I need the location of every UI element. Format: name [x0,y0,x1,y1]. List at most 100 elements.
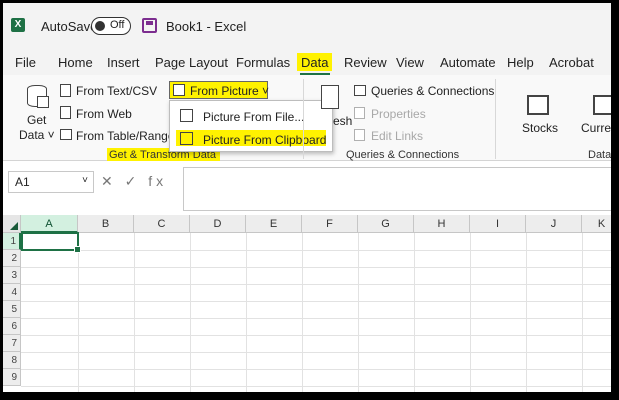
formula-bar: A1 ˅ ✕ ✓ fx [3,161,611,215]
document-title: Book1 - Excel [166,19,247,34]
tab-acrobat[interactable]: Acrobat [549,55,594,70]
toggle-knob [95,21,105,31]
tab-help[interactable]: Help [507,55,534,70]
get-data-button[interactable]: Data ˅ [19,128,55,142]
tab-data[interactable]: Data [301,55,328,70]
active-cell-a1[interactable] [21,232,81,253]
from-picture-menu: Picture From File... Picture From Clipbo… [169,100,333,152]
grid-line [78,233,79,392]
picture-from-file-item[interactable]: Picture From File... [170,105,332,127]
row-header[interactable]: 8 [3,352,21,369]
grid-line [302,233,303,392]
queries-icon [354,85,366,96]
column-header[interactable]: D [190,215,246,233]
text-file-icon [60,84,71,97]
column-header[interactable]: C [134,215,190,233]
grid-line [190,233,191,392]
get-data-label[interactable]: Get [27,113,46,127]
row-header[interactable]: 3 [3,267,21,284]
picture-table-icon [173,84,185,96]
column-header[interactable]: H [414,215,470,233]
grid-line [526,233,527,392]
picture-from-clipboard-label: Picture From Clipboard [203,133,327,147]
stocks-button[interactable]: Stocks [522,121,558,135]
grid-line [21,335,611,336]
worksheet-grid[interactable]: A B C D E F G H I J K 1 2 3 4 5 6 7 8 9 [3,215,611,392]
autosave-label: AutoSave [41,19,98,34]
column-header[interactable]: A [21,215,78,233]
tab-automate[interactable]: Automate [440,55,496,70]
grid-line [21,267,611,268]
grid-line [414,233,415,392]
clipboard-icon [180,132,193,145]
currencies-icon [593,95,611,115]
chevron-down-icon[interactable]: ˅ [82,175,88,186]
column-header[interactable]: G [358,215,414,233]
column-header[interactable]: B [78,215,134,233]
refresh-all-button[interactable]: esh [333,114,352,128]
grid-line [134,233,135,392]
title-bar: X AutoSave Off Book1 - Excel [3,3,611,45]
currencies-button[interactable]: Curren [581,121,611,135]
from-table-range-button[interactable]: From Table/Range [76,129,175,143]
autosave-toggle[interactable]: Off [91,17,131,35]
grid-line [246,233,247,392]
tab-insert[interactable]: Insert [107,55,140,70]
grid-line [21,318,611,319]
group-label-data-types: Data [588,149,612,161]
group-label-queries: Queries & Connections [346,149,460,161]
name-box[interactable]: A1 ˅ [8,171,94,193]
from-picture-button[interactable]: From Picture ˅ [190,84,269,98]
column-header[interactable]: J [526,215,582,233]
grid-line [358,233,359,392]
grid-line [21,301,611,302]
from-text-csv-button[interactable]: From Text/CSV [76,84,157,98]
refresh-all-icon [321,85,339,109]
formula-input[interactable] [183,167,611,211]
column-header[interactable]: F [302,215,358,233]
tab-file[interactable]: File [15,55,36,70]
tab-formulas[interactable]: Formulas [236,55,290,70]
tab-review[interactable]: Review [344,55,387,70]
stocks-bank-icon [527,95,549,115]
column-header[interactable]: I [470,215,526,233]
tab-view[interactable]: View [396,55,424,70]
grid-line [21,386,611,387]
row-header[interactable]: 2 [3,250,21,267]
group-separator [303,79,304,159]
grid-line [21,369,611,370]
excel-window: X AutoSave Off Book1 - Excel File Home I… [0,0,619,400]
select-all-button[interactable] [3,215,21,233]
group-separator-2 [495,79,496,159]
tab-page-layout[interactable]: Page Layout [155,55,228,70]
excel-logo-icon: X [11,18,25,32]
web-page-icon [60,106,71,119]
picture-from-file-label: Picture From File... [203,110,305,124]
row-header[interactable]: 4 [3,284,21,301]
toggle-state: Off [110,19,125,31]
column-header[interactable]: E [246,215,302,233]
grid-line [470,233,471,392]
row-header[interactable]: 9 [3,369,21,386]
row-header[interactable]: 5 [3,301,21,318]
properties-button[interactable]: Properties [371,107,426,121]
formula-icons[interactable]: ✕ ✓ fx [101,173,167,190]
tab-home[interactable]: Home [58,55,93,70]
row-header[interactable]: 7 [3,335,21,352]
table-icon [60,129,72,140]
image-file-icon [180,109,193,122]
grid-line [21,250,611,251]
grid-line [582,233,583,392]
row-header[interactable]: 1 [3,233,21,250]
edit-links-icon [354,129,365,141]
save-icon[interactable] [142,18,157,33]
name-box-value: A1 [15,175,30,189]
queries-connections-button[interactable]: Queries & Connections [371,84,494,98]
properties-icon [354,107,365,119]
grid-line [21,352,611,353]
picture-from-clipboard-item[interactable]: Picture From Clipboard [170,128,332,150]
from-web-button[interactable]: From Web [76,107,132,121]
column-header[interactable]: K [582,215,611,233]
row-header[interactable]: 6 [3,318,21,335]
edit-links-button[interactable]: Edit Links [371,129,423,143]
